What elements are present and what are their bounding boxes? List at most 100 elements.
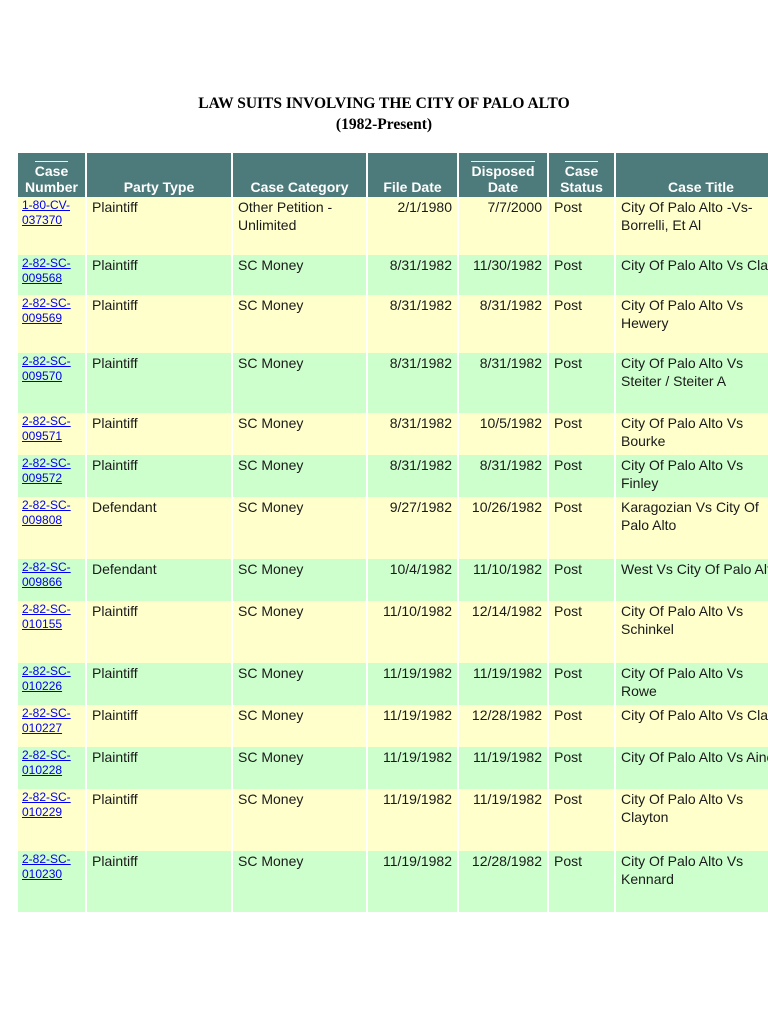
table-row: 2-82-SC- 009808 Defendant SC Money 9/27/1982…: [18, 497, 768, 559]
page-title: LAW SUITS INVOLVING THE CITY OF PALO ALT…: [198, 95, 570, 112]
case-number-link[interactable]: 2-82-SC- 009568: [22, 256, 83, 286]
cell-disposed-date: 8/31/1982: [459, 353, 547, 413]
cell-file-date: 8/31/1982: [368, 413, 457, 455]
cell-case-status: Post: [549, 197, 614, 255]
cell-case-title: West Vs City Of Palo Alto: [616, 559, 768, 601]
case-number-link[interactable]: 2-82-SC- 009572: [22, 456, 83, 486]
table-row: 2-82-SC- 009570 Plaintiff SC Money 8/31/1982…: [18, 353, 768, 413]
cell-case-number: 2-82-SC- 010226: [18, 663, 85, 705]
cell-case-status: Post: [549, 455, 614, 497]
cell-case-category: SC Money: [233, 353, 366, 413]
cell-case-title: City Of Palo Alto Vs Rowe: [616, 663, 768, 705]
cell-case-status: Post: [549, 747, 614, 789]
cell-disposed-date: 11/19/1982: [459, 663, 547, 705]
cell-file-date: 8/31/1982: [368, 353, 457, 413]
column-header-disposed-date-line2: Date: [487, 179, 519, 195]
cell-file-date: 10/4/1982: [368, 559, 457, 601]
cell-disposed-date: 12/14/1982: [459, 601, 547, 663]
cell-party-type: Plaintiff: [87, 295, 231, 353]
table-row: 1-80-CV- 037370 Plaintiff Other Petition - …: [18, 197, 768, 255]
column-header-case-category[interactable]: Case Category: [233, 153, 366, 197]
table-row: 2-82-SC- 010230 Plaintiff SC Money 11/19/198…: [18, 851, 768, 912]
cell-disposed-date: 11/30/1982: [459, 255, 547, 295]
cell-case-category: SC Money: [233, 663, 366, 705]
table-row: 2-82-SC- 010228 Plaintiff SC Money 11/19/198…: [18, 747, 768, 789]
cell-disposed-date: 11/10/1982: [459, 559, 547, 601]
cell-case-category: SC Money: [233, 601, 366, 663]
table-row: 2-82-SC- 009568 Plaintiff SC Money 8/31/1982…: [18, 255, 768, 295]
case-number-link[interactable]: 2-82-SC- 009808: [22, 498, 83, 528]
cell-case-category: SC Money: [233, 497, 366, 559]
case-number-link[interactable]: 2-82-SC- 010228: [22, 748, 83, 778]
cell-disposed-date: 8/31/1982: [459, 295, 547, 353]
table-body: 1-80-CV- 037370 Plaintiff Other Petition - …: [18, 197, 768, 912]
case-number-link[interactable]: 2-82-SC- 010227: [22, 706, 83, 736]
cell-disposed-date: 11/19/1982: [459, 789, 547, 851]
column-header-case-title[interactable]: Case Title: [616, 153, 768, 197]
cell-case-number: 2-82-SC- 010228: [18, 747, 85, 789]
cell-case-status: Post: [549, 601, 614, 663]
cell-case-status: Post: [549, 353, 614, 413]
case-number-link[interactable]: 2-82-SC- 009571: [22, 414, 83, 444]
cell-case-number: 2-82-SC- 009570: [18, 353, 85, 413]
cell-case-status: Post: [549, 705, 614, 747]
cell-case-category: SC Money: [233, 255, 366, 295]
cell-file-date: 11/19/1982: [368, 747, 457, 789]
column-header-case-number[interactable]: Case Number: [18, 153, 85, 197]
cell-file-date: 11/19/1982: [368, 705, 457, 747]
cell-case-title: City Of Palo Alto Vs Finley: [616, 455, 768, 497]
case-number-link[interactable]: 2-82-SC- 009569: [22, 296, 83, 326]
cell-case-title: City Of Palo Alto Vs Hewery: [616, 295, 768, 353]
case-number-link[interactable]: 2-82-SC- 010230: [22, 852, 83, 882]
case-number-link[interactable]: 2-82-SC- 010226: [22, 664, 83, 694]
cell-party-type: Defendant: [87, 559, 231, 601]
case-number-link[interactable]: 2-82-SC- 009570: [22, 354, 83, 384]
cell-case-number: 2-82-SC- 010230: [18, 851, 85, 912]
case-number-link[interactable]: 2-82-SC- 010155: [22, 602, 83, 632]
cell-case-status: Post: [549, 255, 614, 295]
cell-file-date: 11/19/1982: [368, 789, 457, 851]
cell-disposed-date: 12/28/1982: [459, 851, 547, 912]
cell-case-number: 2-82-SC- 009571: [18, 413, 85, 455]
case-number-link[interactable]: 2-82-SC- 010229: [22, 790, 83, 820]
column-header-case-status-line2: Status: [560, 179, 603, 195]
lawsuits-table: Case Number Party Type Case Category Fil…: [18, 153, 768, 912]
cell-case-status: Post: [549, 295, 614, 353]
cell-case-status: Post: [549, 851, 614, 912]
cell-case-number: 2-82-SC- 009808: [18, 497, 85, 559]
cell-case-category: SC Money: [233, 851, 366, 912]
table-row: 2-82-SC- 009572 Plaintiff SC Money 8/31/1982…: [18, 455, 768, 497]
cell-party-type: Plaintiff: [87, 663, 231, 705]
cell-file-date: 8/31/1982: [368, 455, 457, 497]
table-row: 2-82-SC- 009866 Defendant SC Money 10/4/1982…: [18, 559, 768, 601]
cell-case-title: City Of Palo Alto Vs Bourke: [616, 413, 768, 455]
cell-disposed-date: 10/5/1982: [459, 413, 547, 455]
table-row: 2-82-SC- 010229 Plaintiff SC Money 11/19/198…: [18, 789, 768, 851]
cell-case-title: City Of Palo Alto Vs Aine: [616, 747, 768, 789]
cell-case-title: City Of Palo Alto Vs Clark: [616, 255, 768, 295]
column-header-disposed-date[interactable]: Disposed Date: [459, 153, 547, 197]
cell-case-number: 2-82-SC- 010155: [18, 601, 85, 663]
cell-party-type: Plaintiff: [87, 747, 231, 789]
case-number-link[interactable]: 2-82-SC- 009866: [22, 560, 83, 590]
cell-case-category: SC Money: [233, 789, 366, 851]
column-header-case-status[interactable]: Case Status: [549, 153, 614, 197]
cell-case-category: SC Money: [233, 559, 366, 601]
column-header-party-type[interactable]: Party Type: [87, 153, 231, 197]
column-header-file-date[interactable]: File Date: [368, 153, 457, 197]
cell-case-number: 2-82-SC- 010229: [18, 789, 85, 851]
cell-case-title: City Of Palo Alto Vs Steiter / Steiter A: [616, 353, 768, 413]
cell-disposed-date: 10/26/1982: [459, 497, 547, 559]
cell-case-status: Post: [549, 413, 614, 455]
cell-case-category: Other Petition - Unlimited: [233, 197, 366, 255]
column-header-case-number-line2: Number: [25, 179, 78, 195]
cell-file-date: 11/19/1982: [368, 851, 457, 912]
page-subtitle: (1982-Present): [335, 116, 433, 133]
cell-file-date: 8/31/1982: [368, 295, 457, 353]
table-row: 2-82-SC- 010226 Plaintiff SC Money 11/19/198…: [18, 663, 768, 705]
cell-case-category: SC Money: [233, 455, 366, 497]
cell-case-category: SC Money: [233, 413, 366, 455]
column-header-case-status-line1: Case: [564, 161, 599, 179]
cell-file-date: 2/1/1980: [368, 197, 457, 255]
case-number-link[interactable]: 1-80-CV- 037370: [22, 198, 83, 228]
